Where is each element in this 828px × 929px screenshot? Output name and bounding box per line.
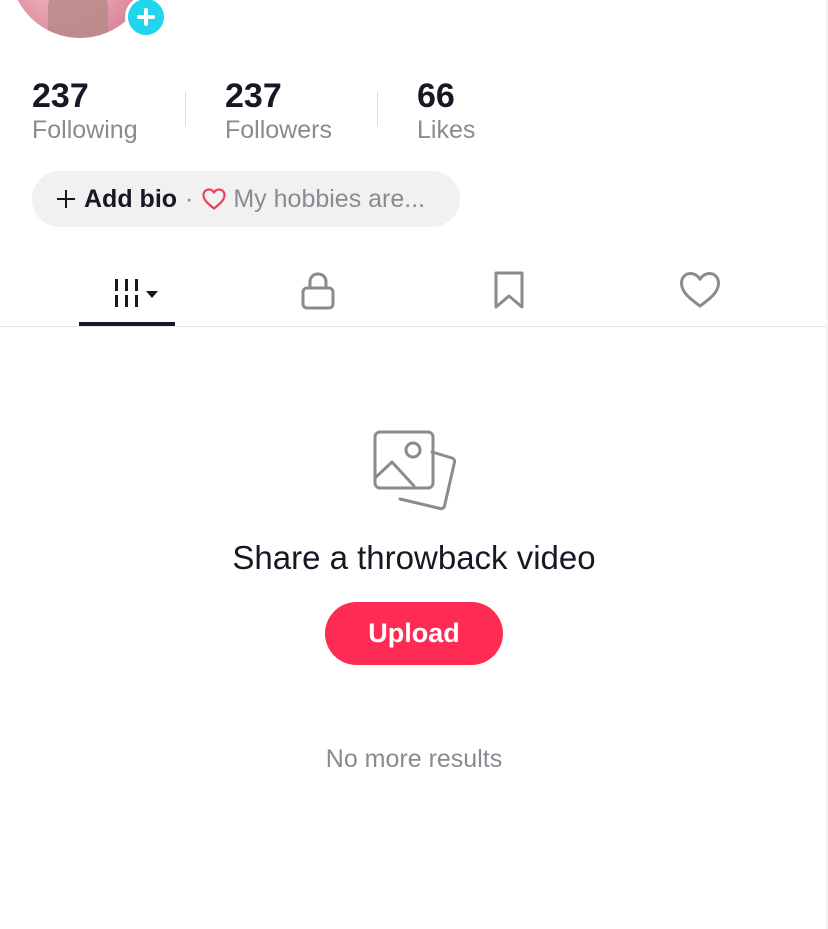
- tabs-divider: [0, 326, 828, 327]
- bookmark-icon: [494, 271, 524, 309]
- tab-liked[interactable]: [652, 258, 748, 326]
- profile-tabs: [0, 258, 828, 326]
- stat-divider: [185, 92, 186, 126]
- stat-likes-label: Likes: [417, 116, 476, 144]
- no-more-results: No more results: [325, 745, 503, 773]
- heart-icon: [680, 272, 720, 308]
- profile-stats: 237 Following 237 Followers 66 Likes: [0, 78, 828, 148]
- stat-divider: [377, 92, 378, 126]
- grid-icon: [115, 279, 158, 307]
- empty-state-title: Share a throwback video: [232, 539, 596, 576]
- lock-icon: [301, 272, 335, 310]
- stat-following-value: 237: [32, 77, 89, 115]
- tab-private[interactable]: [270, 258, 366, 326]
- heart-outline-icon: [202, 188, 226, 210]
- tab-videos[interactable]: [79, 258, 175, 326]
- plus-icon: [137, 8, 155, 26]
- stat-following-label: Following: [32, 116, 138, 144]
- add-bio-label: Add bio: [84, 184, 178, 213]
- stat-followers-value: 237: [225, 77, 282, 115]
- bio-prompt-text: My hobbies are...: [233, 184, 426, 213]
- avatar-photo-detail: [48, 0, 108, 38]
- tab-saved[interactable]: [461, 258, 557, 326]
- add-bio-button[interactable]: Add bio · My hobbies are...: [32, 171, 460, 227]
- stat-likes[interactable]: 66 Likes: [417, 78, 475, 148]
- add-avatar-button[interactable]: [125, 0, 167, 38]
- stat-followers-label: Followers: [225, 116, 332, 144]
- upload-button[interactable]: Upload: [325, 602, 503, 665]
- bio-separator: ·: [185, 184, 194, 213]
- stat-likes-value: 66: [417, 77, 455, 115]
- stat-following[interactable]: 237 Following: [32, 78, 138, 148]
- stat-followers[interactable]: 237 Followers: [225, 78, 332, 148]
- plus-icon: [57, 190, 75, 208]
- photos-icon: [370, 428, 460, 523]
